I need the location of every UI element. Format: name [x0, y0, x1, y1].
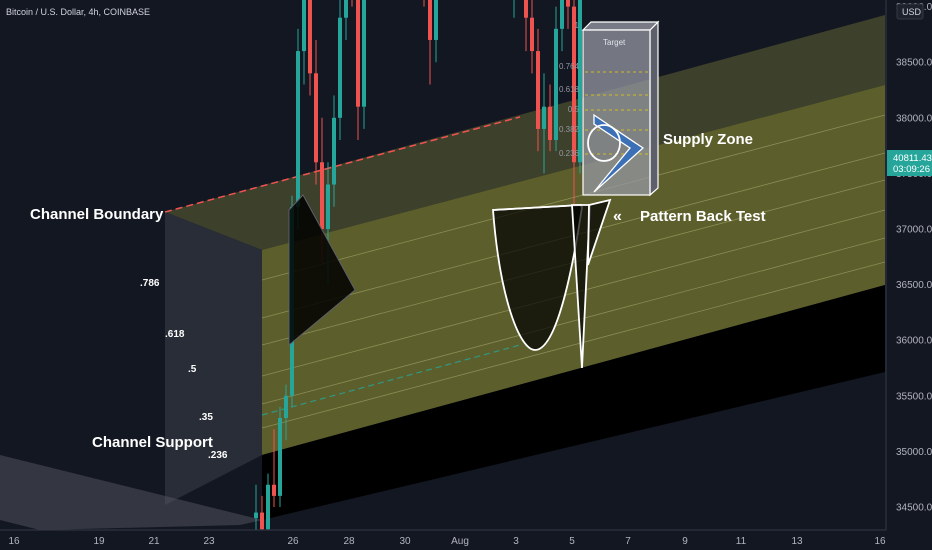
- channel-fib-label: .35: [199, 412, 213, 423]
- x-tick-label: 13: [791, 536, 803, 547]
- x-tick-label: 30: [399, 536, 411, 547]
- y-tick-label: 38000.00: [896, 113, 932, 124]
- x-tick-label: 9: [682, 536, 688, 547]
- pattern-back-test-label: Pattern Back Test: [640, 208, 766, 225]
- x-tick-label: Aug: [451, 536, 469, 547]
- chart-stage: Channel Boundary Channel Support Supply …: [0, 0, 932, 550]
- price-marker: 40811.43 03:09:26: [887, 150, 932, 176]
- y-tick-label: 34500.00: [896, 503, 932, 514]
- candle: [338, 0, 342, 141]
- chart-title: Bitcoin / U.S. Dollar, 4h, COINBASE: [6, 7, 150, 17]
- x-tick-label: 23: [203, 536, 215, 547]
- candle: [302, 0, 306, 85]
- candle: [423, 0, 425, 7]
- x-tick-label: 21: [148, 536, 160, 547]
- candle: [351, 0, 353, 7]
- target-fib-label: 0.236: [559, 149, 580, 158]
- candle: [278, 406, 282, 507]
- target-box-side: [649, 20, 659, 197]
- y-tick-label: 36000.00: [896, 336, 932, 347]
- currency-label: USD: [902, 7, 922, 17]
- x-tick-label: 7: [625, 536, 631, 547]
- candle: [566, 0, 570, 29]
- candle: [554, 6, 558, 152]
- candle: [308, 0, 312, 96]
- y-tick-label: 35500.00: [896, 391, 932, 402]
- y-tick-label: 38500.00: [896, 58, 932, 69]
- y-tick-label: 37000.00: [896, 225, 932, 236]
- time-axis: 16 19 21 23 26 28 30 Aug 3 5 7 9 11 13 16: [0, 529, 932, 550]
- target-fib-label: 1: [575, 21, 580, 30]
- btc-chart: Channel Boundary Channel Support Supply …: [0, 0, 932, 550]
- x-tick-label: 19: [93, 536, 105, 547]
- candle: [513, 0, 515, 18]
- candle: [434, 0, 438, 63]
- target-box-top: [581, 21, 660, 31]
- channel-fib-label: .618: [165, 329, 185, 340]
- channel-fib-label: .236: [208, 450, 228, 461]
- candle: [356, 0, 360, 141]
- price-marker-countdown: 03:09:26: [893, 164, 930, 175]
- candle: [344, 0, 348, 40]
- back-test-chevron: «: [613, 208, 622, 225]
- x-tick-label: 3: [513, 536, 519, 547]
- candle: [362, 0, 366, 129]
- y-tick-label: 35000.00: [896, 447, 932, 458]
- target-fib-label: 0.5: [568, 105, 580, 114]
- x-tick-label: 16: [8, 536, 20, 547]
- candle: [428, 0, 432, 85]
- channel-support-label: Channel Support: [92, 434, 213, 451]
- x-tick-label: 26: [287, 536, 299, 547]
- candle: [560, 0, 564, 52]
- channel-fib-label: .5: [188, 364, 197, 375]
- x-tick-label: 5: [569, 536, 575, 547]
- channel-boundary-label: Channel Boundary: [30, 206, 164, 223]
- x-tick-label: 28: [343, 536, 355, 547]
- candle: [524, 0, 528, 52]
- channel-drawing: [0, 15, 886, 530]
- channel-fib-label: .786: [140, 278, 160, 289]
- y-tick-label: 36500.00: [896, 280, 932, 291]
- target-fib-label: 0.764: [559, 62, 580, 71]
- supply-zone-label: Supply Zone: [663, 131, 753, 148]
- x-tick-label: 16: [874, 536, 886, 547]
- target-fib-label: 0.382: [559, 125, 580, 134]
- channel-side-face: [165, 212, 262, 505]
- price-marker-value: 40811.43: [893, 153, 932, 164]
- price-axis: 34500.00 35000.00 35500.00 36000.00 36500.00…: [885, 0, 932, 550]
- candle: [530, 0, 534, 74]
- candle: [314, 39, 318, 185]
- target-label: Target: [603, 38, 626, 47]
- target-fib-label: 0.618: [559, 85, 580, 94]
- x-tick-label: 11: [736, 536, 747, 547]
